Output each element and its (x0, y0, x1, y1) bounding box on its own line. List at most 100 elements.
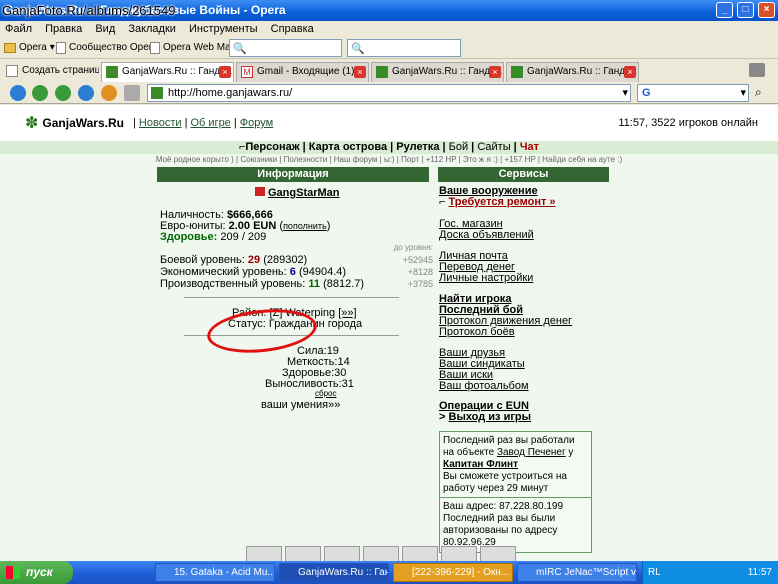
reload-icon[interactable] (101, 85, 117, 101)
tab-ganjawars-2[interactable]: GanjaWars.Ru :: Гандж... × (371, 62, 504, 82)
close-tab-icon[interactable]: × (219, 66, 231, 78)
combat-next: +52945 (402, 255, 433, 265)
logout-row: > Выход из игры (439, 411, 532, 423)
clock: 11:57 (747, 567, 772, 578)
leaf-icon (511, 66, 523, 78)
windows-logo-icon (6, 566, 20, 579)
board-link[interactable]: Доска объявлений (439, 229, 534, 241)
news-link[interactable]: Новости (139, 117, 182, 129)
tab-ganjawars-3[interactable]: GanjaWars.Ru :: Гандж... × (506, 62, 639, 82)
window-titlebar: GanjaWars.Ru :: Ганджубасовые Войны - Op… (0, 0, 778, 21)
close-tab-icon[interactable]: × (624, 66, 636, 78)
skills-link[interactable]: ваши умения»» (261, 399, 340, 411)
rewind-icon[interactable] (10, 85, 26, 101)
menu-tools[interactable]: Инструменты (189, 23, 258, 35)
online-status: 11:57, 3522 игроков онлайн (618, 117, 758, 129)
player-name[interactable]: GangStarMan (255, 187, 340, 199)
divider (184, 297, 399, 298)
page-icon (56, 42, 66, 54)
search-input-2[interactable]: 🔍 (347, 39, 461, 57)
search-icon: 🔍 (233, 42, 247, 55)
task-music[interactable]: 15. Gataka - Acid Mu... (155, 563, 275, 582)
avatar[interactable] (480, 546, 516, 561)
tab-ganjawars-1[interactable]: GanjaWars.Ru :: Гандж... × (101, 62, 234, 82)
menu-bookmarks[interactable]: Закладки (128, 23, 176, 35)
leaf-icon: ✽ (25, 115, 39, 132)
photos-link[interactable]: Ваш фотоальбом (439, 380, 529, 392)
logout-link[interactable]: Выход из игры (449, 411, 532, 423)
task-mirc[interactable]: mIRC JeNac™Script v... (517, 563, 637, 582)
opera-button[interactable]: Opera ▾ (4, 41, 55, 55)
forum-link[interactable]: Форум (240, 117, 273, 129)
close-tab-icon[interactable]: × (489, 66, 501, 78)
menu-help[interactable]: Справка (271, 23, 314, 35)
chevron-down-icon[interactable]: ▾ (622, 85, 628, 101)
trash-icon[interactable] (749, 63, 765, 77)
replenish-link[interactable]: пополнить (283, 221, 327, 231)
fast-forward-icon[interactable] (78, 85, 94, 101)
nav-character[interactable]: Персонаж (245, 141, 299, 153)
health-row: Здоровье: 209 / 209 (160, 231, 267, 243)
avatar[interactable] (324, 546, 360, 561)
new-tab-button[interactable]: Создать страницу (2, 62, 99, 82)
endurance-row: Выносливость:31 (265, 378, 354, 390)
leaf-icon (106, 66, 118, 78)
site-header: ✽ GanjaWars.Ru | Новости | Об игре | Фор… (0, 105, 778, 141)
zoom-icon[interactable]: ⌕ (755, 85, 762, 100)
task-chat[interactable]: [222-396-229] - Окн... (393, 563, 513, 582)
start-button[interactable]: пуск (0, 561, 73, 584)
battle-log-link[interactable]: Протокол боёв (439, 326, 515, 338)
repair-link[interactable]: Требуется ремонт » (449, 196, 556, 208)
avatar[interactable] (363, 546, 399, 561)
maximize-button[interactable]: □ (737, 2, 754, 18)
nav-sites[interactable]: Сайты (477, 141, 510, 153)
forward-icon[interactable] (55, 85, 71, 101)
chevron-down-icon[interactable]: ▾ (740, 85, 746, 101)
search-engine-field[interactable]: G ▾ (637, 84, 749, 102)
avatar[interactable] (441, 546, 477, 561)
site-links: | Новости | Об игре | Форум (133, 117, 274, 129)
nav-chat[interactable]: Чат (520, 141, 539, 153)
econ-level-row: Экономический уровень: 6 (94904.4) (160, 266, 347, 278)
task-browser[interactable]: GanjaWars.Ru :: Ган... (279, 563, 389, 582)
captain-link[interactable]: Капитан Флинт (443, 459, 518, 470)
menu-view[interactable]: Вид (95, 23, 115, 35)
tab-gmail[interactable]: M Gmail - Входящие (1) × (236, 62, 369, 82)
avatar[interactable] (285, 546, 321, 561)
reset-link[interactable]: сброс (315, 389, 336, 398)
site-logo[interactable]: ✽ GanjaWars.Ru (25, 113, 124, 133)
nav-roulette[interactable]: Рулетка (396, 141, 439, 153)
settings-link[interactable]: Личные настройки (439, 272, 533, 284)
prod-next: +3785 (407, 279, 433, 289)
new-page-icon (6, 65, 18, 77)
tab-bar: Создать страницу GanjaWars.Ru :: Гандж..… (0, 59, 778, 82)
community-link[interactable]: Сообщество Opera (56, 41, 158, 55)
nav-map[interactable]: Карта острова (309, 141, 387, 153)
factory-link[interactable]: Завод Печенег (497, 447, 566, 458)
edit-icon[interactable] (124, 85, 140, 101)
minimize-button[interactable]: _ (716, 2, 733, 18)
repair-row: ⌐ Требуется ремонт » (439, 196, 556, 208)
language-indicator[interactable]: RL (648, 561, 661, 584)
search-icon: 🔍 (351, 42, 365, 55)
url-field[interactable]: http://home.ganjawars.ru/ ▾ (147, 84, 631, 102)
sub-nav[interactable]: Моё родное корыто ) | Союзники | Полезно… (0, 154, 778, 165)
menu-edit[interactable]: Правка (45, 23, 82, 35)
leaf-icon (376, 66, 388, 78)
menu-file[interactable]: Файл (5, 23, 32, 35)
about-link[interactable]: Об игре (191, 117, 231, 129)
nav-battle[interactable]: Бой (449, 141, 468, 153)
avatar[interactable] (402, 546, 438, 561)
site-nav: ⌐Персонаж | Карта острова | Рулетка | Бо… (0, 141, 778, 154)
search-input-1[interactable]: 🔍 (229, 39, 342, 57)
to-level-label: до уровня: (393, 243, 433, 252)
back-icon[interactable] (32, 85, 48, 101)
taskbar: пуск 15. Gataka - Acid Mu... GanjaWars.R… (0, 561, 778, 584)
avatar[interactable] (246, 546, 282, 561)
info-header: Информация (157, 167, 429, 182)
webmail-link[interactable]: Opera Web Mail (150, 41, 235, 55)
flag-icon (255, 187, 265, 196)
close-tab-icon[interactable]: × (354, 66, 366, 78)
gmail-icon: M (241, 66, 253, 78)
close-button[interactable]: × (758, 2, 775, 18)
